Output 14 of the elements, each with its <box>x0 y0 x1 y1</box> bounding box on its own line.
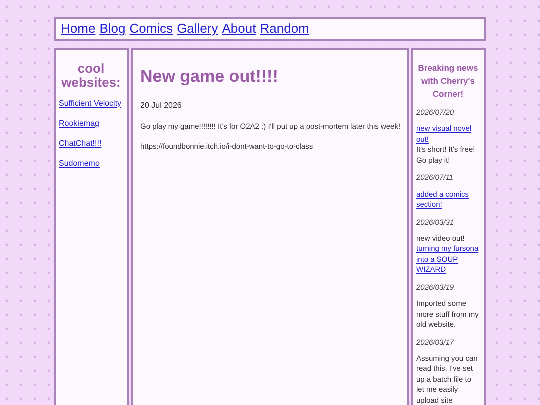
sidebar-title: cool websites: <box>60 62 122 90</box>
sidebar-link[interactable]: Sudomemo <box>59 158 124 170</box>
sidebar-link[interactable]: Rookiemag <box>59 118 124 130</box>
nav-link[interactable]: About <box>222 19 256 39</box>
nav-link[interactable]: Random <box>260 19 310 39</box>
post-date: 20 Jul 2026 <box>140 100 183 112</box>
nav-link[interactable]: Blog <box>100 19 126 39</box>
news-title: Breaking news with Cherry's Corner! <box>417 62 480 101</box>
sidebar-link[interactable]: ChatChat!!!! <box>59 138 124 150</box>
sidebar-link[interactable]: Sufficient Velocity <box>59 98 124 110</box>
nav-link[interactable]: Comics <box>130 19 174 39</box>
nav-link[interactable]: Home <box>61 19 96 39</box>
nav-link[interactable]: Gallery <box>177 19 218 39</box>
post-title: New game out!!!! <box>140 66 280 88</box>
